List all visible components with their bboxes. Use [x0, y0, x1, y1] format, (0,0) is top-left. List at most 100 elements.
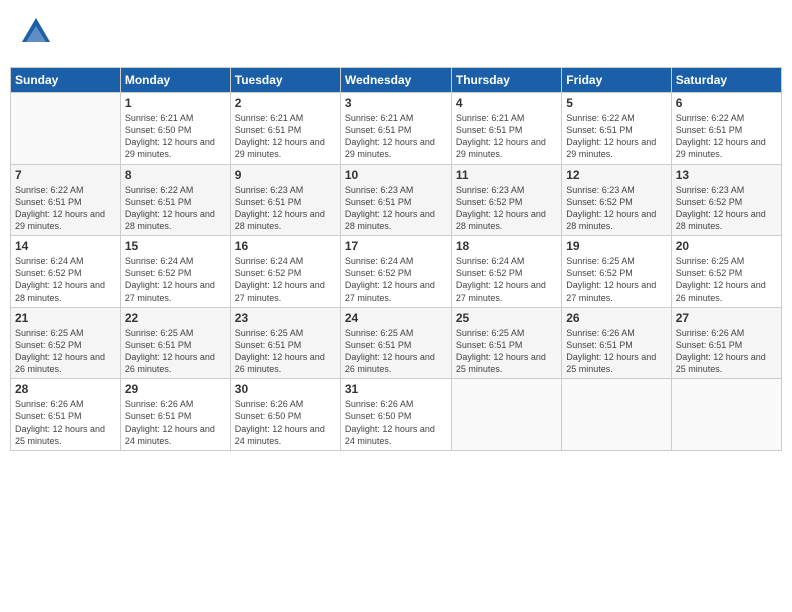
cell-day-number: 27 [676, 311, 777, 325]
cell-sun-info: Sunrise: 6:24 AM Sunset: 6:52 PM Dayligh… [125, 255, 226, 304]
calendar-cell: 2 Sunrise: 6:21 AM Sunset: 6:51 PM Daylig… [230, 93, 340, 165]
cell-sun-info: Sunrise: 6:24 AM Sunset: 6:52 PM Dayligh… [235, 255, 336, 304]
calendar-cell: 13 Sunrise: 6:23 AM Sunset: 6:52 PM Dayli… [671, 164, 781, 236]
cell-day-number: 13 [676, 168, 777, 182]
calendar-cell [11, 93, 121, 165]
cell-day-number: 5 [566, 96, 666, 110]
calendar-header-tuesday: Tuesday [230, 68, 340, 93]
cell-day-number: 25 [456, 311, 557, 325]
cell-day-number: 12 [566, 168, 666, 182]
cell-day-number: 11 [456, 168, 557, 182]
cell-sun-info: Sunrise: 6:24 AM Sunset: 6:52 PM Dayligh… [345, 255, 447, 304]
cell-sun-info: Sunrise: 6:25 AM Sunset: 6:52 PM Dayligh… [566, 255, 666, 304]
cell-sun-info: Sunrise: 6:24 AM Sunset: 6:52 PM Dayligh… [456, 255, 557, 304]
cell-day-number: 8 [125, 168, 226, 182]
calendar-cell: 9 Sunrise: 6:23 AM Sunset: 6:51 PM Daylig… [230, 164, 340, 236]
cell-day-number: 24 [345, 311, 447, 325]
calendar-header-thursday: Thursday [451, 68, 561, 93]
cell-sun-info: Sunrise: 6:25 AM Sunset: 6:52 PM Dayligh… [15, 327, 116, 376]
cell-day-number: 18 [456, 239, 557, 253]
calendar-cell: 18 Sunrise: 6:24 AM Sunset: 6:52 PM Dayli… [451, 236, 561, 308]
cell-sun-info: Sunrise: 6:26 AM Sunset: 6:51 PM Dayligh… [125, 398, 226, 447]
calendar-header-monday: Monday [120, 68, 230, 93]
calendar-cell: 8Sunrise: 6:22 AM Sunset: 6:51 PM Daylig… [120, 164, 230, 236]
cell-day-number: 7 [15, 168, 116, 182]
calendar-cell [671, 379, 781, 451]
cell-sun-info: Sunrise: 6:23 AM Sunset: 6:52 PM Dayligh… [676, 184, 777, 233]
cell-day-number: 19 [566, 239, 666, 253]
cell-sun-info: Sunrise: 6:26 AM Sunset: 6:51 PM Dayligh… [566, 327, 666, 376]
calendar-cell: 15 Sunrise: 6:24 AM Sunset: 6:52 PM Dayli… [120, 236, 230, 308]
calendar-cell: 21 Sunrise: 6:25 AM Sunset: 6:52 PM Dayli… [11, 307, 121, 379]
page-header [10, 10, 782, 59]
cell-sun-info: Sunrise: 6:23 AM Sunset: 6:51 PM Dayligh… [235, 184, 336, 233]
cell-sun-info: Sunrise: 6:21 AM Sunset: 6:51 PM Dayligh… [235, 112, 336, 161]
cell-sun-info: Sunrise: 6:23 AM Sunset: 6:52 PM Dayligh… [566, 184, 666, 233]
calendar-cell: 28 Sunrise: 6:26 AM Sunset: 6:51 PM Dayli… [11, 379, 121, 451]
cell-sun-info: Sunrise: 6:21 AM Sunset: 6:51 PM Dayligh… [456, 112, 557, 161]
calendar-cell: 12 Sunrise: 6:23 AM Sunset: 6:52 PM Dayli… [562, 164, 671, 236]
cell-sun-info: Sunrise: 6:21 AM Sunset: 6:51 PM Dayligh… [345, 112, 447, 161]
calendar-cell [562, 379, 671, 451]
calendar-week-row: 21 Sunrise: 6:25 AM Sunset: 6:52 PM Dayli… [11, 307, 782, 379]
cell-day-number: 28 [15, 382, 116, 396]
calendar-cell: 29 Sunrise: 6:26 AM Sunset: 6:51 PM Dayli… [120, 379, 230, 451]
cell-sun-info: Sunrise: 6:23 AM Sunset: 6:51 PM Dayligh… [345, 184, 447, 233]
cell-day-number: 16 [235, 239, 336, 253]
cell-day-number: 9 [235, 168, 336, 182]
cell-sun-info: Sunrise: 6:25 AM Sunset: 6:51 PM Dayligh… [456, 327, 557, 376]
calendar-cell: 22 Sunrise: 6:25 AM Sunset: 6:51 PM Dayli… [120, 307, 230, 379]
cell-day-number: 4 [456, 96, 557, 110]
cell-day-number: 3 [345, 96, 447, 110]
cell-sun-info: Sunrise: 6:25 AM Sunset: 6:52 PM Dayligh… [676, 255, 777, 304]
calendar-cell: 1 Sunrise: 6:21 AM Sunset: 6:50 PM Daylig… [120, 93, 230, 165]
cell-day-number: 31 [345, 382, 447, 396]
calendar-cell: 7Sunrise: 6:22 AM Sunset: 6:51 PM Daylig… [11, 164, 121, 236]
cell-day-number: 21 [15, 311, 116, 325]
cell-sun-info: Sunrise: 6:21 AM Sunset: 6:50 PM Dayligh… [125, 112, 226, 161]
calendar-header-saturday: Saturday [671, 68, 781, 93]
calendar-header-sunday: Sunday [11, 68, 121, 93]
calendar-week-row: 7Sunrise: 6:22 AM Sunset: 6:51 PM Daylig… [11, 164, 782, 236]
calendar-header-row: SundayMondayTuesdayWednesdayThursdayFrid… [11, 68, 782, 93]
calendar-cell: 5Sunrise: 6:22 AM Sunset: 6:51 PM Daylig… [562, 93, 671, 165]
cell-day-number: 23 [235, 311, 336, 325]
calendar-cell: 24 Sunrise: 6:25 AM Sunset: 6:51 PM Dayli… [340, 307, 451, 379]
cell-day-number: 17 [345, 239, 447, 253]
cell-day-number: 29 [125, 382, 226, 396]
calendar-cell: 25 Sunrise: 6:25 AM Sunset: 6:51 PM Dayli… [451, 307, 561, 379]
cell-day-number: 22 [125, 311, 226, 325]
cell-sun-info: Sunrise: 6:26 AM Sunset: 6:50 PM Dayligh… [345, 398, 447, 447]
calendar-header-wednesday: Wednesday [340, 68, 451, 93]
cell-sun-info: Sunrise: 6:25 AM Sunset: 6:51 PM Dayligh… [125, 327, 226, 376]
cell-day-number: 15 [125, 239, 226, 253]
calendar-cell [451, 379, 561, 451]
calendar-cell: 14Sunrise: 6:24 AM Sunset: 6:52 PM Dayli… [11, 236, 121, 308]
cell-day-number: 10 [345, 168, 447, 182]
cell-sun-info: Sunrise: 6:25 AM Sunset: 6:51 PM Dayligh… [345, 327, 447, 376]
cell-sun-info: Sunrise: 6:23 AM Sunset: 6:52 PM Dayligh… [456, 184, 557, 233]
calendar-cell: 3 Sunrise: 6:21 AM Sunset: 6:51 PM Daylig… [340, 93, 451, 165]
calendar-week-row: 28 Sunrise: 6:26 AM Sunset: 6:51 PM Dayli… [11, 379, 782, 451]
cell-day-number: 26 [566, 311, 666, 325]
cell-day-number: 6 [676, 96, 777, 110]
calendar-cell: 19 Sunrise: 6:25 AM Sunset: 6:52 PM Dayli… [562, 236, 671, 308]
cell-day-number: 2 [235, 96, 336, 110]
cell-sun-info: Sunrise: 6:26 AM Sunset: 6:51 PM Dayligh… [676, 327, 777, 376]
cell-day-number: 20 [676, 239, 777, 253]
cell-sun-info: Sunrise: 6:26 AM Sunset: 6:50 PM Dayligh… [235, 398, 336, 447]
cell-sun-info: Sunrise: 6:22 AM Sunset: 6:51 PM Dayligh… [676, 112, 777, 161]
calendar-header-friday: Friday [562, 68, 671, 93]
logo-icon [18, 14, 54, 50]
calendar-cell: 27 Sunrise: 6:26 AM Sunset: 6:51 PM Dayli… [671, 307, 781, 379]
calendar-cell: 16 Sunrise: 6:24 AM Sunset: 6:52 PM Dayli… [230, 236, 340, 308]
calendar-week-row: 1 Sunrise: 6:21 AM Sunset: 6:50 PM Daylig… [11, 93, 782, 165]
cell-day-number: 1 [125, 96, 226, 110]
calendar-cell: 31 Sunrise: 6:26 AM Sunset: 6:50 PM Dayli… [340, 379, 451, 451]
calendar-cell: 26 Sunrise: 6:26 AM Sunset: 6:51 PM Dayli… [562, 307, 671, 379]
cell-sun-info: Sunrise: 6:25 AM Sunset: 6:51 PM Dayligh… [235, 327, 336, 376]
calendar-cell: 4 Sunrise: 6:21 AM Sunset: 6:51 PM Daylig… [451, 93, 561, 165]
calendar-cell: 10 Sunrise: 6:23 AM Sunset: 6:51 PM Dayli… [340, 164, 451, 236]
calendar-cell: 11 Sunrise: 6:23 AM Sunset: 6:52 PM Dayli… [451, 164, 561, 236]
cell-sun-info: Sunrise: 6:26 AM Sunset: 6:51 PM Dayligh… [15, 398, 116, 447]
